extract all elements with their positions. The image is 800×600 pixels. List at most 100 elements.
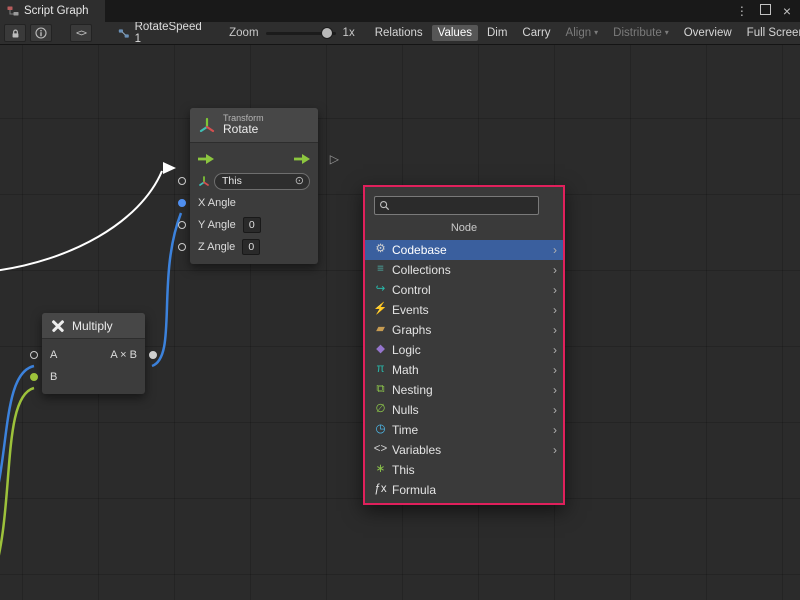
node-menu-list: ⚙Codebase›≡Collections›↪Control› ⚡Events ›… <box>365 240 563 500</box>
graphs-icon: ▰ <box>372 324 389 336</box>
port-this-input[interactable] <box>178 177 186 185</box>
node-search-menu: Node ⚙Codebase›≡Collections›↪Control›⚡Ev… <box>363 185 565 505</box>
menu-item-formula[interactable]: ƒxFormula <box>365 480 563 500</box>
collections-icon: ≡ <box>372 264 389 276</box>
port-product-output[interactable] <box>149 351 157 359</box>
formula-icon: ƒx <box>372 484 389 496</box>
menu-item-label: Logic <box>392 343 421 357</box>
maximize-icon[interactable] <box>760 3 771 19</box>
rotate-node-header[interactable]: Transform Rotate <box>190 108 318 143</box>
port-a-input[interactable] <box>30 351 38 359</box>
rotate-xangle-row: X Angle <box>190 192 318 214</box>
port-b-input[interactable] <box>30 373 38 381</box>
menu-item-collections[interactable]: ≡Collections› <box>365 260 563 280</box>
chevron-right-icon: › <box>553 304 557 316</box>
wire-multiply-to-xangle <box>152 213 181 366</box>
rotate-flow-row: ▷ <box>190 148 318 170</box>
graph-name-label: RotateSpeed 1 <box>135 22 204 45</box>
menu-item-nulls[interactable]: ∅Nulls› <box>365 400 563 420</box>
search-field[interactable] <box>374 196 539 215</box>
chevron-right-icon: › <box>553 364 557 376</box>
menu-item-label: This <box>392 463 415 477</box>
nulls-icon: ∅ <box>372 404 389 416</box>
wire-control-arrowhead <box>163 162 176 174</box>
chevron-right-icon: › <box>553 404 557 416</box>
toolbar-button-relations[interactable]: Relations <box>369 25 429 41</box>
port-x-angle[interactable] <box>178 199 186 207</box>
control-icon: ↪ <box>372 284 389 296</box>
toolbar-button-dim[interactable]: Dim <box>481 25 513 41</box>
node-transform-rotate[interactable]: Transform Rotate ▷ <box>190 108 318 264</box>
logic-icon: ◆ <box>372 344 389 356</box>
node-search-input[interactable] <box>394 199 534 213</box>
zoom-slider-handle[interactable] <box>322 28 332 38</box>
menu-item-graphs[interactable]: ▰Graphs › <box>365 320 563 340</box>
toolbar-left-group: <> <box>0 24 96 42</box>
menu-item-label: Codebase <box>392 243 447 257</box>
toolbar-button-overview[interactable]: Overview <box>678 25 738 41</box>
toolbar-button-values[interactable]: Values <box>432 25 478 41</box>
multiply-icon <box>50 318 65 333</box>
menu-item-variables[interactable]: <>Variables› <box>365 440 563 460</box>
search-icon <box>379 200 390 211</box>
menu-item-control[interactable]: ↪Control› <box>365 280 563 300</box>
menu-item-label: Variables <box>392 443 441 457</box>
zoom-slider[interactable] <box>266 32 336 35</box>
multiply-a-row: A A × B <box>42 344 145 366</box>
port-y-angle[interactable] <box>178 221 186 229</box>
close-icon[interactable]: × <box>783 4 791 18</box>
toolbar-button-carry[interactable]: Carry <box>516 25 556 41</box>
y-angle-field[interactable]: 0 <box>243 217 261 233</box>
tab-script-graph[interactable]: Script Graph <box>0 0 105 22</box>
zoom-control: Zoom 1x <box>229 27 355 39</box>
menu-item-logic[interactable]: ◆Logic› <box>365 340 563 360</box>
multiply-node-header[interactable]: Multiply <box>42 313 145 339</box>
x-angle-label: X Angle <box>198 197 236 209</box>
flow-input-arrow[interactable] <box>198 154 214 164</box>
menu-item-codebase[interactable]: ⚙Codebase› <box>365 240 563 260</box>
port-z-angle[interactable] <box>178 243 186 251</box>
node-multiply[interactable]: Multiply A A × B B <box>42 313 145 394</box>
b-label: B <box>50 371 57 383</box>
rotate-node-title: Rotate <box>223 123 264 137</box>
a-times-b-label: A × B <box>110 349 137 361</box>
rotate-this-row: This ⊙ <box>190 170 318 192</box>
z-angle-field[interactable]: 0 <box>242 239 260 255</box>
this-object-field[interactable]: This ⊙ <box>214 173 310 190</box>
multiply-node-body: A A × B B <box>42 339 145 394</box>
wire-into-b <box>0 388 34 581</box>
menu-item-events[interactable]: ⚡Events › <box>365 300 563 320</box>
multiply-b-row: B <box>42 366 145 388</box>
chevron-right-icon: › <box>553 324 557 336</box>
menu-item-math[interactable]: πMath › <box>365 360 563 380</box>
flow-continue-triangle[interactable]: ▷ <box>330 152 339 166</box>
info-icon <box>35 27 47 39</box>
tab-title: Script Graph <box>24 5 89 17</box>
menu-item-label: Math <box>392 363 419 377</box>
menu-item-this[interactable]: ∗This <box>365 460 563 480</box>
math-icon: π <box>372 364 389 376</box>
this-transform-icon <box>198 175 210 187</box>
menu-item-label: Events <box>392 303 429 317</box>
window-menu-icon[interactable]: ⋮ <box>736 5 748 17</box>
menu-item-nesting[interactable]: ⧉Nesting› <box>365 380 563 400</box>
toolbar-button-align: Align▾ <box>560 25 605 41</box>
object-picker-icon[interactable]: ⊙ <box>295 176 304 187</box>
graph-canvas[interactable]: Transform Rotate ▷ <box>0 45 800 600</box>
toolbar-button-full-screen[interactable]: Full Screen <box>741 25 800 41</box>
menu-item-label: Formula <box>392 483 436 497</box>
flow-output-arrow[interactable] <box>294 154 310 164</box>
chevron-right-icon: › <box>553 264 557 276</box>
lock-icon <box>10 28 21 39</box>
time-icon: ◷ <box>372 424 389 436</box>
info-button[interactable] <box>30 24 52 42</box>
menu-item-label: Nesting <box>392 383 433 397</box>
zoom-value: 1x <box>343 27 355 39</box>
menu-item-time[interactable]: ◷Time› <box>365 420 563 440</box>
events-icon: ⚡ <box>372 304 389 316</box>
menu-item-label: Graphs <box>392 323 431 337</box>
rotate-yangle-row: Y Angle 0 <box>190 214 318 236</box>
edit-code-button[interactable]: <> <box>70 24 92 42</box>
z-angle-label: Z Angle <box>198 241 235 253</box>
lock-button[interactable] <box>4 24 26 42</box>
